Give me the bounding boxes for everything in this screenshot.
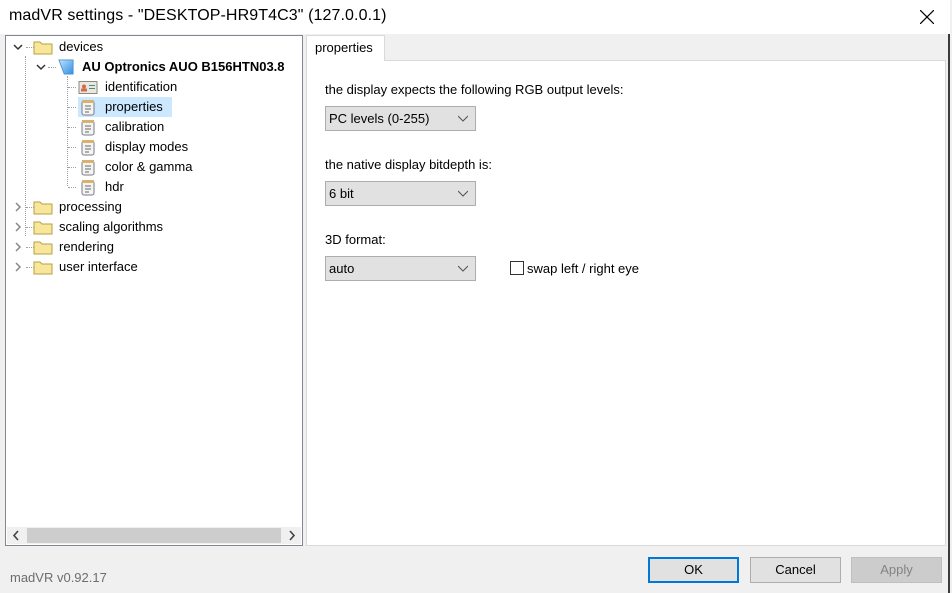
id-card-icon <box>78 81 98 94</box>
tree-item-devices[interactable]: devices <box>6 37 302 57</box>
chevron-down-icon[interactable] <box>12 41 24 53</box>
format3d-dropdown[interactable]: auto <box>325 256 476 281</box>
tree-item-label: AU Optronics AUO B156HTN03.8 <box>82 59 285 74</box>
chevron-right-icon[interactable] <box>12 201 24 213</box>
folder-icon <box>33 241 53 255</box>
title-bar: madVR settings - "DESKTOP-HR9T4C3" (127.… <box>0 0 950 34</box>
tree-item-device[interactable]: AU Optronics AUO B156HTN03.8 <box>6 57 302 77</box>
properties-panel: the display expects the following RGB ou… <box>306 60 946 546</box>
page-icon <box>81 160 95 176</box>
rgb-levels-value: PC levels (0-255) <box>329 111 430 126</box>
tree-horizontal-scrollbar[interactable] <box>7 527 301 544</box>
format3d-value: auto <box>329 261 355 276</box>
window-title: madVR settings - "DESKTOP-HR9T4C3" (127.… <box>9 7 387 24</box>
tree-item-scaling-algorithms[interactable]: scaling algorithms <box>6 217 302 237</box>
chevron-down-icon[interactable] <box>35 61 47 73</box>
tree-item-hdr[interactable]: hdr <box>6 177 302 197</box>
tree-item-label: properties <box>105 99 163 114</box>
tab-label: properties <box>315 40 373 55</box>
folder-icon <box>33 261 53 275</box>
tree-item-label: color & gamma <box>105 159 193 174</box>
scroll-left-icon[interactable] <box>7 527 25 544</box>
tree-item-identification[interactable]: identification <box>6 77 302 97</box>
page-icon <box>81 140 95 156</box>
settings-tree: devices AU Optronics AUO B156HTN03.8 ide… <box>5 35 303 546</box>
tree-item-processing[interactable]: processing <box>6 197 302 217</box>
tree-item-display-modes[interactable]: display modes <box>6 137 302 157</box>
chevron-right-icon[interactable] <box>12 261 24 273</box>
format3d-label: 3D format: <box>325 232 386 247</box>
page-icon <box>81 180 95 196</box>
tree-item-label: identification <box>105 79 178 94</box>
monitor-icon <box>58 59 74 75</box>
tree-item-color-gamma[interactable]: color & gamma <box>6 157 302 177</box>
tree-item-label: display modes <box>105 139 189 154</box>
bitdepth-value: 6 bit <box>329 186 354 201</box>
tree-item-label: processing <box>59 199 122 214</box>
chevron-right-icon[interactable] <box>12 221 24 233</box>
tree-item-calibration[interactable]: calibration <box>6 117 302 137</box>
folder-icon <box>33 41 53 55</box>
swap-eyes-checkbox[interactable] <box>510 261 524 275</box>
chevron-down-icon <box>458 265 468 272</box>
tree-item-label: hdr <box>105 179 124 194</box>
close-button[interactable] <box>904 0 950 34</box>
tree-item-rendering[interactable]: rendering <box>6 237 302 257</box>
page-icon <box>81 100 95 116</box>
folder-icon <box>33 221 53 235</box>
bitdepth-label: the native display bitdepth is: <box>325 157 492 172</box>
tree-item-label: user interface <box>59 259 138 274</box>
chevron-down-icon <box>458 190 468 197</box>
chevron-right-icon[interactable] <box>12 241 24 253</box>
tree-item-label: calibration <box>105 119 165 134</box>
bitdepth-dropdown[interactable]: 6 bit <box>325 181 476 206</box>
apply-button[interactable]: Apply <box>851 557 942 583</box>
cancel-button[interactable]: Cancel <box>750 557 841 583</box>
folder-icon <box>33 201 53 215</box>
tab-properties[interactable]: properties <box>306 35 385 61</box>
close-icon <box>920 10 934 24</box>
tree-item-user-interface[interactable]: user interface <box>6 257 302 277</box>
scroll-right-icon[interactable] <box>283 527 301 544</box>
swap-eyes-label[interactable]: swap left / right eye <box>527 261 639 276</box>
version-label: madVR v0.92.17 <box>10 570 107 585</box>
page-icon <box>81 120 95 136</box>
chevron-down-icon <box>458 115 468 122</box>
tree-item-label: devices <box>59 39 104 54</box>
rgb-levels-dropdown[interactable]: PC levels (0-255) <box>325 106 476 131</box>
tree-item-label: scaling algorithms <box>59 219 164 234</box>
ok-button[interactable]: OK <box>648 557 739 583</box>
tree-item-properties[interactable]: properties <box>6 97 302 117</box>
scrollbar-thumb[interactable] <box>27 528 281 543</box>
settings-window: madVR settings - "DESKTOP-HR9T4C3" (127.… <box>0 0 950 593</box>
rgb-levels-label: the display expects the following RGB ou… <box>325 82 624 97</box>
tree-item-label: rendering <box>59 239 114 254</box>
